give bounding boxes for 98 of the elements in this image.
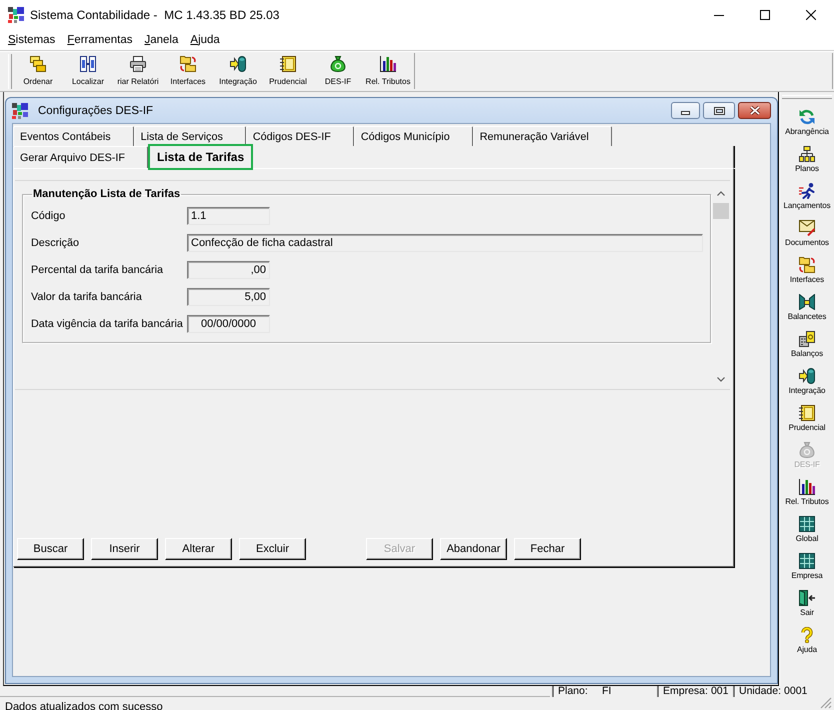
menu-item[interactable]: Janela (138, 32, 184, 48)
insert-button[interactable]: Inserir (91, 538, 158, 560)
maximize-button[interactable] (703, 102, 735, 119)
toolbar-button[interactable]: Integração (213, 53, 263, 89)
field-label: Data vigência da tarifa bancária (31, 317, 184, 332)
status-label: Plano: (558, 686, 589, 697)
toolbar-button[interactable]: Ordenar (13, 53, 63, 89)
sidebar-button[interactable]: Balancetes (780, 291, 834, 328)
grid-icon (799, 553, 815, 569)
text-field[interactable]: 5,00 (187, 288, 270, 306)
resize-grip[interactable] (820, 697, 832, 709)
notebook-icon (280, 56, 296, 72)
folders-arrows-icon (799, 257, 815, 273)
sidebar-button[interactable]: Integração (780, 365, 834, 402)
field-label: Código (31, 209, 66, 224)
field-label: Percental da tarifa bancária (31, 263, 164, 278)
notebook-icon (799, 405, 815, 421)
sidebar-button[interactable]: Ajuda (780, 624, 834, 661)
color-mosaic-icon (8, 7, 24, 23)
tab[interactable]: Códigos DES-IF (246, 126, 354, 146)
printer-icon (130, 56, 146, 72)
tab[interactable]: Lista de Tarifas (148, 144, 254, 170)
status-value: 0001 (784, 686, 808, 697)
tab[interactable]: Gerar Arquivo DES-IF (13, 146, 148, 168)
maximize-icon (714, 106, 724, 114)
sidebar-button[interactable]: Lançamentos (780, 180, 834, 217)
arrow-cylinder-icon (230, 56, 246, 72)
toolbar-button[interactable]: Interfaces (163, 53, 213, 89)
text-field[interactable]: Confecção de ficha cadastral (187, 234, 703, 252)
toolbar-button[interactable]: riar Relatóri (113, 53, 163, 89)
envelope-pen-icon (799, 220, 815, 236)
minimize-icon (714, 14, 724, 16)
color-mosaic-icon (12, 102, 28, 118)
stacked-cards-icon (30, 56, 46, 72)
trapezoid-panels-icon (799, 294, 815, 310)
chevron-up-icon (717, 191, 725, 196)
running-figure-icon (799, 183, 815, 199)
sidebar-button[interactable]: Planos (780, 143, 834, 180)
tab[interactable]: Remuneração Variável (472, 126, 612, 146)
sidebar-button[interactable]: Interfaces (780, 254, 834, 291)
delete-button[interactable]: Excluir (239, 538, 306, 560)
edit-button[interactable]: Alterar (165, 538, 232, 560)
window-title: Configurações DES-IF (38, 104, 154, 116)
group-title: Manutenção Lista de Tarifas (32, 188, 182, 201)
menu-item[interactable]: Sistemas (2, 32, 62, 48)
circular-arrows-icon (799, 109, 815, 125)
sidebar-button[interactable]: Empresa (780, 550, 834, 587)
sidebar-button[interactable]: Rel. Tributos (780, 476, 834, 513)
tab[interactable]: Lista de Serviços (134, 126, 246, 146)
bar-chart-icon (380, 56, 396, 72)
toolbar-button[interactable]: Prudencial (263, 53, 313, 89)
maximize-icon (760, 10, 770, 20)
building-icon (799, 331, 815, 347)
status-value: FI (602, 686, 612, 697)
door-arrow-icon (799, 590, 815, 606)
close-icon (750, 106, 760, 115)
menu-item[interactable]: Ajuda (184, 32, 226, 48)
toolbar-button[interactable]: Rel. Tributos (363, 53, 413, 89)
close-button[interactable]: Fechar (514, 538, 581, 560)
toolbar-grip[interactable] (8, 54, 12, 89)
sidebar-button[interactable]: Global (780, 513, 834, 550)
sidebar-button[interactable]: Sair (780, 587, 834, 624)
status-label: Empresa: (663, 686, 708, 697)
minimize-icon (681, 110, 690, 114)
field-label: Descrição (31, 236, 80, 251)
sidebar-button[interactable]: Balanços (780, 328, 834, 365)
money-bag-icon (330, 56, 346, 72)
field-label: Valor da tarifa bancária (31, 290, 143, 305)
chevron-down-icon (717, 377, 725, 382)
arrow-cylinder-icon (799, 368, 815, 384)
org-chart-icon (799, 146, 815, 162)
status-message: Dados atualizados com sucesso (5, 701, 163, 710)
sidebar-button[interactable]: Abrangência (780, 106, 834, 143)
help-icon (799, 627, 815, 643)
text-field[interactable]: 00/00/0000 (187, 315, 270, 333)
money-bag-icon (799, 442, 815, 458)
tab[interactable]: Códigos Município (354, 126, 473, 146)
window-title: Sistema Contabilidade - MC 1.43.35 BD 25.03 (30, 8, 280, 22)
linked-boxes-icon (80, 56, 96, 72)
text-field[interactable]: 1.1 (187, 207, 270, 225)
sidebar-button[interactable]: Prudencial (780, 402, 834, 439)
folders-arrows-icon (180, 56, 196, 72)
close-icon (806, 10, 816, 20)
scroll-thumb[interactable] (713, 203, 729, 219)
status-value: 001 (710, 686, 728, 697)
text-field[interactable]: ,00 (187, 261, 270, 279)
toolbar-button[interactable]: DES-IF (313, 53, 363, 89)
toolbar-button[interactable]: Localizar (63, 53, 113, 89)
bar-chart-icon (799, 479, 815, 495)
status-label: Unidade: (739, 686, 782, 697)
grid-icon (799, 516, 815, 532)
close-button[interactable] (738, 102, 771, 119)
cancel-button[interactable]: Abandonar (440, 538, 507, 560)
menu-item[interactable]: Ferramentas (61, 32, 138, 48)
sidebar-button[interactable]: Documentos (780, 217, 834, 254)
search-button[interactable]: Buscar (17, 538, 84, 560)
minimize-button[interactable] (671, 102, 700, 119)
tab[interactable]: Eventos Contábeis (13, 126, 134, 146)
